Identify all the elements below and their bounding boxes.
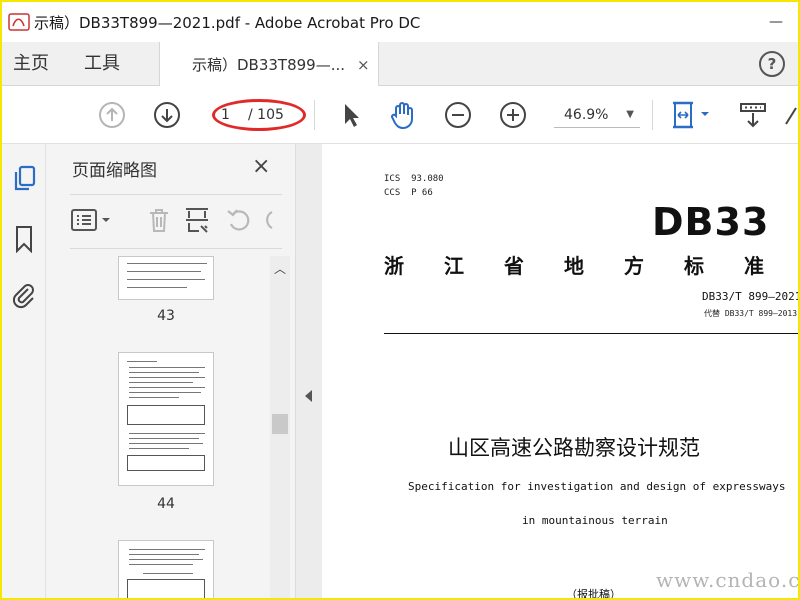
delete-pages-button[interactable] <box>144 206 174 234</box>
trash-icon <box>150 209 168 232</box>
doc-title-en-1: Specification for investigation and desi… <box>408 480 786 493</box>
thumbnail-page[interactable] <box>118 256 214 300</box>
rotate-right-button[interactable] <box>260 206 274 234</box>
zoom-select[interactable]: 46.9% ▼ <box>554 102 640 128</box>
rotate-left-button[interactable] <box>224 206 254 234</box>
navigation-rail <box>2 144 46 598</box>
doc-logo: DB33 <box>652 200 770 244</box>
scroll-mode-button[interactable] <box>737 99 769 131</box>
tab-tools[interactable]: 工具 <box>84 42 120 86</box>
minimize-icon: — <box>769 14 783 30</box>
bookmark-icon <box>16 226 32 253</box>
attachments-button[interactable] <box>10 280 38 310</box>
doc-replaces: 代替 DB33/T 899—2013 <box>704 309 798 318</box>
bookmarks-button[interactable] <box>10 224 38 254</box>
chevron-down-icon: ▼ <box>626 109 634 120</box>
close-icon[interactable]: × <box>252 154 270 179</box>
select-arrow-icon <box>345 104 359 127</box>
tab-document[interactable]: 示稿）DB33T899—... × <box>159 42 379 87</box>
rotate-right-icon <box>266 211 273 229</box>
hand-tool-icon <box>391 102 413 130</box>
doc-code: DB33/T 899—2021 <box>702 290 798 303</box>
options-menu-button[interactable] <box>70 206 116 234</box>
extract-pages-icon <box>186 208 208 233</box>
zoom-value: 46.9% <box>564 106 609 123</box>
toolbar-divider <box>314 100 315 130</box>
divider <box>70 248 282 249</box>
tab-close-icon[interactable]: × <box>357 56 370 74</box>
panel-collapse-bar[interactable] <box>296 144 322 598</box>
window-title: 示稿）DB33T899—2021.pdf - Adobe Acrobat Pro… <box>34 13 421 32</box>
scroll-up-icon[interactable]: ︿ <box>274 260 286 277</box>
pen-icon <box>785 107 797 125</box>
zoom-in-button[interactable] <box>497 99 529 131</box>
toolbar: 1 / 105 46.9% ▼ <box>2 86 798 144</box>
thumbnail-label: 44 <box>157 496 175 512</box>
thumbnail-page[interactable] <box>118 540 214 598</box>
thumbnails-panel: 页面缩略图 × 43 44 ︿ <box>46 144 296 598</box>
page-thumbnails-icon <box>14 165 36 191</box>
doc-title: 山区高速公路勘察设计规范 <box>448 436 700 460</box>
tab-document-label: 示稿）DB33T899—... <box>192 56 346 74</box>
thumbnail-page[interactable] <box>118 352 214 486</box>
thumbnail-label: 43 <box>157 308 175 324</box>
prev-page-icon <box>99 102 125 128</box>
doc-title-en-2: in mountainous terrain <box>522 514 668 527</box>
zoom-in-icon <box>500 102 526 128</box>
title-bar: 示稿）DB33T899—2021.pdf - Adobe Acrobat Pro… <box>2 2 798 42</box>
paperclip-icon <box>12 284 34 309</box>
doc-ics-ccs: ICS 93.080 CCS P 66 <box>384 174 444 198</box>
collapse-arrow-icon <box>305 390 312 402</box>
next-page-icon <box>154 102 180 128</box>
more-tools-button[interactable] <box>784 99 798 131</box>
minimize-button[interactable]: — <box>754 2 798 42</box>
extract-pages-button[interactable] <box>182 206 212 234</box>
next-page-button[interactable] <box>151 99 183 131</box>
help-button[interactable]: ? <box>759 51 785 77</box>
toolbar-divider <box>652 100 653 130</box>
hand-tool-button[interactable] <box>387 99 419 131</box>
scrollbar-thumb[interactable] <box>272 414 288 434</box>
list-options-icon <box>71 209 110 231</box>
doc-rule <box>384 333 798 334</box>
help-icon: ? <box>767 55 777 73</box>
annotation-ellipse <box>212 99 306 131</box>
watermark: www.cndao.com <box>656 568 798 592</box>
prev-page-button[interactable] <box>96 99 128 131</box>
acrobat-window: 示稿）DB33T899—2021.pdf - Adobe Acrobat Pro… <box>2 2 798 598</box>
rotate-left-icon <box>227 209 250 231</box>
scroll-mode-icon <box>740 103 766 128</box>
doc-standard-type: 浙江省地方标准 <box>384 254 798 278</box>
document-view[interactable]: ICS 93.080 CCS P 66 DB33 浙江省地方标准 DB33/T … <box>322 144 798 598</box>
doc-draft-label: （报批稿） <box>566 588 621 598</box>
acrobat-logo-icon <box>8 13 30 31</box>
divider <box>70 194 282 195</box>
thumbnail-scrollbar[interactable]: ︿ <box>270 256 290 598</box>
panel-title: 页面缩略图 <box>72 161 157 181</box>
zoom-out-button[interactable] <box>442 99 474 131</box>
select-tool-button[interactable] <box>334 99 366 131</box>
fit-page-button[interactable] <box>668 99 714 131</box>
zoom-out-icon <box>445 102 471 128</box>
thumbnail-tools <box>70 200 286 240</box>
fit-page-icon <box>673 101 709 129</box>
tab-bar: 主页 工具 示稿）DB33T899—... × ? <box>2 42 798 87</box>
tab-home[interactable]: 主页 <box>13 42 49 86</box>
page-thumbnails-button[interactable] <box>10 164 38 194</box>
